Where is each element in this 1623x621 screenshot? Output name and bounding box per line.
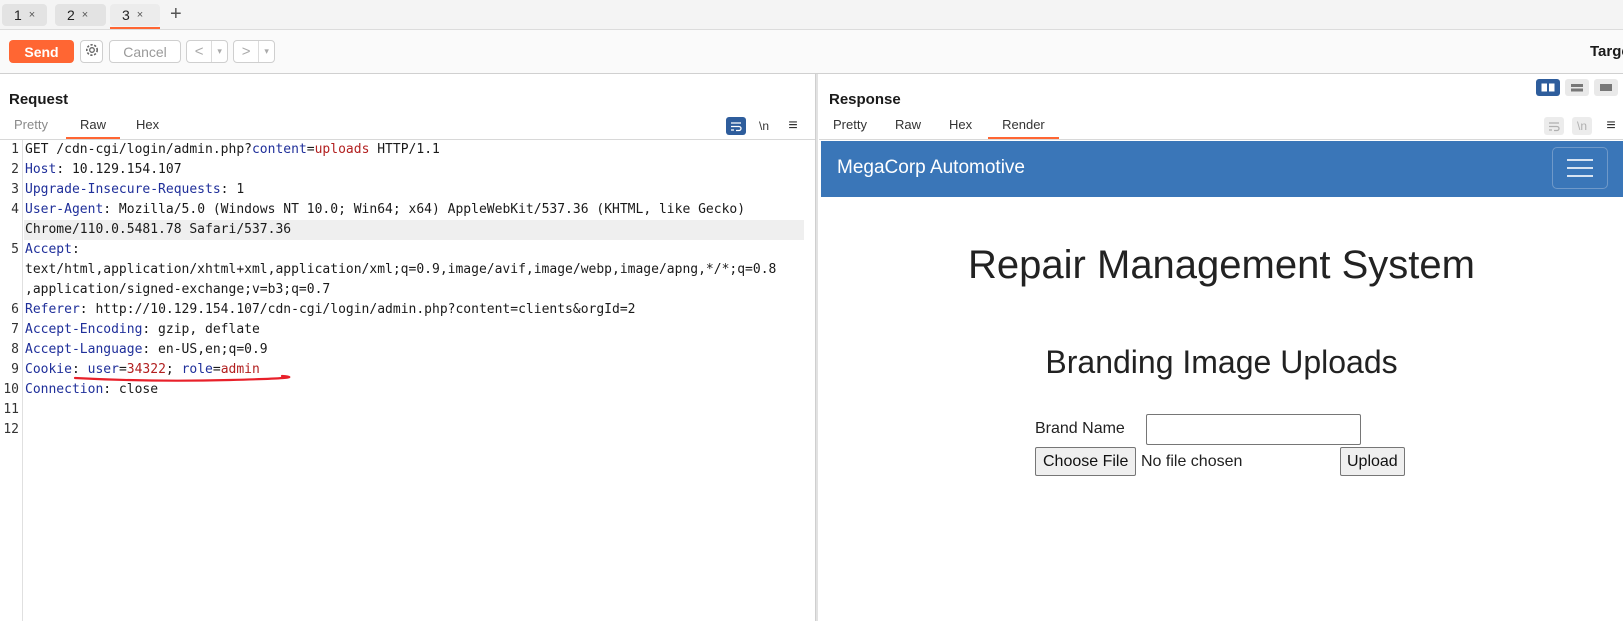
divider — [819, 139, 1623, 140]
tab-label: 1 — [14, 7, 22, 23]
section-heading: Branding Image Uploads — [1045, 344, 1398, 380]
line-number: 11 — [3, 402, 19, 417]
close-icon[interactable]: × — [29, 9, 35, 21]
close-icon[interactable]: × — [82, 9, 88, 21]
render-view: MegaCorp Automotive Repair Management Sy… — [820, 141, 1623, 621]
tab-raw[interactable]: Raw — [881, 116, 935, 139]
tab-render[interactable]: Render — [988, 116, 1059, 139]
layout-single-icon[interactable] — [1594, 79, 1618, 96]
response-tabs: Pretty Raw Hex Render — [819, 116, 1059, 139]
tab-1[interactable]: 1 × — [2, 4, 47, 26]
menu-icon[interactable]: ≡ — [1601, 117, 1621, 135]
tab-raw[interactable]: Raw — [65, 116, 120, 139]
chevron-down-icon[interactable]: ▾ — [259, 46, 274, 57]
toolbar: Send Cancel < ▾ > ▾ Target — [0, 30, 1623, 74]
settings-button[interactable] — [80, 40, 103, 63]
tab-pretty[interactable]: Pretty — [819, 116, 881, 139]
response-title: Response — [829, 91, 901, 108]
word-wrap-icon[interactable] — [726, 117, 746, 135]
send-button[interactable]: Send — [9, 40, 74, 63]
layout-toggle — [1536, 79, 1618, 96]
site-brand[interactable]: MegaCorp Automotive — [837, 157, 1025, 179]
chevron-left-icon[interactable]: < — [187, 41, 213, 62]
tab-2[interactable]: 2 × — [55, 4, 106, 26]
request-editor[interactable]: 1 2 3 4 5 6 7 8 9 10 11 12 GET /cdn-cgi/… — [0, 140, 815, 621]
forward-button[interactable]: > ▾ — [233, 40, 275, 63]
newline-toggle[interactable]: \n — [754, 117, 774, 135]
gear-icon — [84, 42, 100, 61]
cancel-button[interactable]: Cancel — [109, 40, 181, 63]
brand-name-input[interactable] — [1146, 414, 1361, 445]
tab-hex[interactable]: Hex — [935, 116, 986, 139]
file-status-text: No file chosen — [1141, 453, 1243, 470]
close-icon[interactable]: × — [137, 9, 143, 21]
choose-file-button[interactable]: Choose File — [1035, 447, 1137, 476]
upload-button[interactable]: Upload — [1340, 447, 1405, 476]
line-number: 12 — [3, 422, 19, 437]
brand-name-label: Brand Name — [1035, 420, 1125, 437]
request-title: Request — [9, 91, 69, 108]
request-tabs: Pretty Raw Hex — [0, 116, 173, 139]
annotation-underline — [73, 374, 291, 382]
chevron-right-icon[interactable]: > — [234, 41, 260, 62]
newline-toggle[interactable]: \n — [1572, 117, 1592, 135]
tab-pretty[interactable]: Pretty — [0, 116, 62, 139]
word-wrap-icon[interactable] — [1544, 117, 1564, 135]
tab-label: 2 — [67, 7, 75, 23]
tab-hex[interactable]: Hex — [122, 116, 173, 139]
add-tab-icon[interactable]: + — [170, 3, 182, 26]
layout-rows-icon[interactable] — [1565, 79, 1589, 96]
site-navbar: MegaCorp Automotive — [821, 141, 1623, 197]
target-label[interactable]: Target — [1590, 43, 1623, 60]
tab-strip: 1 × 2 × 3 × + — [0, 0, 1623, 30]
hamburger-icon[interactable] — [1552, 147, 1608, 189]
tab-label: 3 — [122, 7, 130, 23]
page-heading: Repair Management System — [968, 243, 1475, 287]
layout-split-icon[interactable] — [1536, 79, 1560, 96]
back-button[interactable]: < ▾ — [186, 40, 228, 63]
menu-icon[interactable]: ≡ — [783, 117, 803, 135]
panel-splitter[interactable] — [815, 74, 818, 621]
tab-3[interactable]: 3 × — [110, 4, 160, 29]
chevron-down-icon[interactable]: ▾ — [212, 46, 227, 57]
